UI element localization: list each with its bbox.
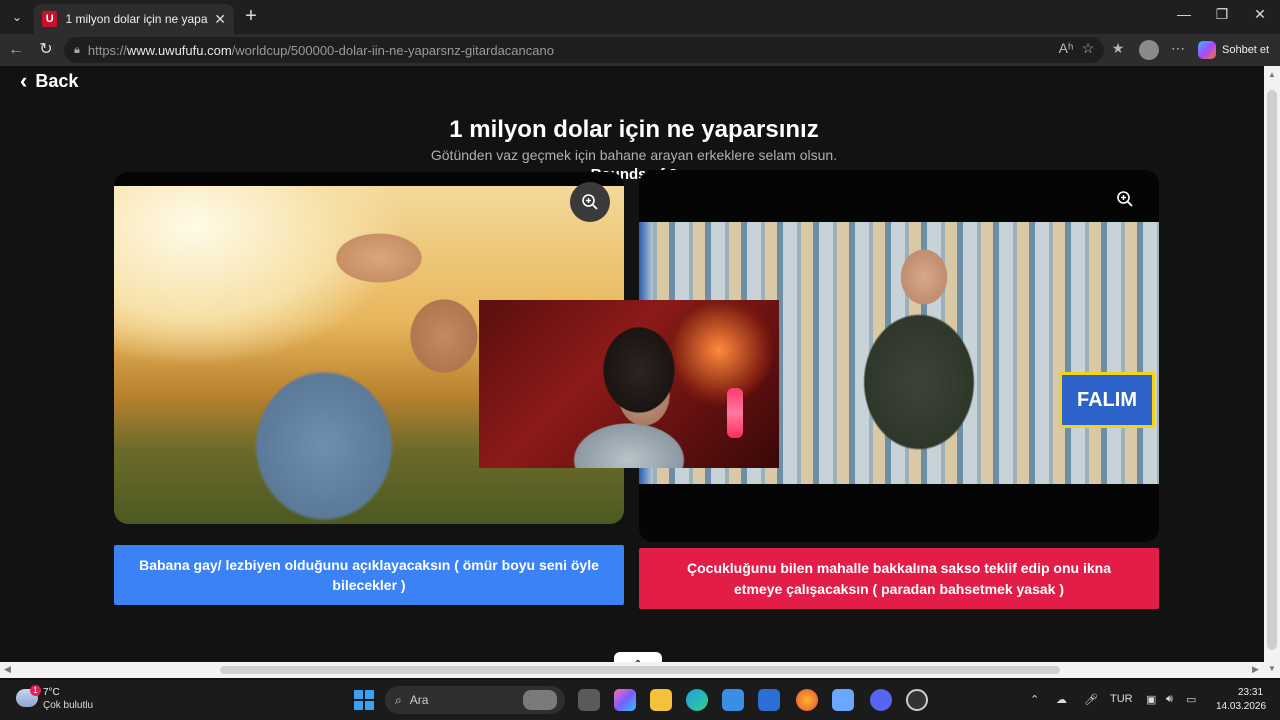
address-bar[interactable]: 🔒︎ https://www.uwufufu.com/worldcup/5000… bbox=[64, 37, 1104, 63]
onedrive-icon[interactable]: ☁ bbox=[1056, 693, 1067, 706]
choice-button-right[interactable]: Çocukluğunu bilen mahalle bakkalına saks… bbox=[639, 548, 1159, 609]
mail-icon[interactable] bbox=[758, 689, 780, 711]
store-sign: FALIM bbox=[1059, 372, 1155, 428]
back-arrow-icon[interactable]: ← bbox=[6, 40, 26, 60]
search-icon: ⌕ bbox=[395, 692, 402, 707]
copilot-button[interactable]: Sohbet et bbox=[1198, 37, 1269, 63]
taskbar-search[interactable]: ⌕ Ara bbox=[385, 686, 565, 714]
horizontal-scrollbar[interactable]: ◀ ▶ bbox=[0, 662, 1264, 678]
tab-title: 1 milyon dolar için ne yaparsınız | U bbox=[65, 12, 208, 26]
url-text: https://www.uwufufu.com/worldcup/500000-… bbox=[88, 43, 554, 58]
battery-icon[interactable]: ▭ bbox=[1186, 693, 1196, 706]
read-aloud-icon[interactable]: Aʰ bbox=[1056, 40, 1076, 56]
webcam-overlay bbox=[479, 300, 779, 468]
tab-close-icon[interactable]: ✕ bbox=[214, 11, 226, 28]
zoom-in-icon[interactable] bbox=[1112, 186, 1138, 212]
url-path: /worldcup/500000-dolar-iin-ne-yaparsnz-g… bbox=[231, 42, 554, 58]
page-subtitle: Götünden vaz geçmek için bahane arayan e… bbox=[430, 147, 838, 163]
page-title: 1 milyon dolar için ne yaparsınız bbox=[449, 116, 819, 143]
file-explorer-icon[interactable] bbox=[650, 689, 672, 711]
site-info-icon[interactable]: 🔒︎ bbox=[74, 44, 80, 57]
scroll-right-icon[interactable]: ▶ bbox=[1252, 664, 1259, 675]
navigation-bar: ← ↻ 🔒︎ https://www.uwufufu.com/worldcup/… bbox=[0, 34, 1280, 66]
copilot-app-icon[interactable] bbox=[614, 689, 636, 711]
copilot-icon bbox=[1198, 41, 1216, 59]
weather-badge: 1 bbox=[30, 685, 41, 696]
site-favicon: U bbox=[42, 11, 58, 27]
horizontal-scroll-thumb[interactable] bbox=[220, 666, 1060, 674]
discord-icon[interactable] bbox=[870, 689, 892, 711]
tray-overflow-icon[interactable]: ⌃ bbox=[1030, 693, 1039, 706]
minimize-icon[interactable]: — bbox=[1174, 6, 1194, 22]
search-placeholder: Ara bbox=[409, 693, 429, 707]
clock-date[interactable]: 14.03.2026 bbox=[1216, 701, 1266, 712]
microphone-icon[interactable]: 🎤︎ bbox=[1084, 693, 1098, 706]
app-icon[interactable] bbox=[832, 689, 854, 711]
steam-icon[interactable] bbox=[906, 689, 928, 711]
vertical-scroll-thumb[interactable] bbox=[1267, 90, 1277, 650]
favorites-icon[interactable]: ★ bbox=[1108, 40, 1128, 57]
weather-temperature[interactable]: 7°C bbox=[43, 687, 60, 698]
microsoft-store-icon[interactable] bbox=[722, 689, 744, 711]
more-menu-icon[interactable]: ⋯ bbox=[1168, 40, 1188, 57]
zoom-in-icon[interactable] bbox=[570, 182, 610, 222]
browser-tab-active[interactable]: U 1 milyon dolar için ne yaparsınız | U … bbox=[34, 4, 234, 34]
language-indicator[interactable]: TUR bbox=[1110, 693, 1133, 705]
favorite-star-icon[interactable]: ☆ bbox=[1078, 40, 1098, 57]
choice-button-left[interactable]: Babana gay/ lezbiyen olduğunu açıklayaca… bbox=[114, 545, 624, 605]
url-host: www.uwufufu.com bbox=[126, 42, 232, 58]
profile-avatar[interactable] bbox=[1139, 40, 1159, 60]
volume-icon[interactable]: 🔊︎ bbox=[1166, 693, 1173, 706]
tab-bar: ⌄ U 1 milyon dolar için ne yaparsınız | … bbox=[0, 0, 1280, 34]
microphone-image bbox=[727, 388, 743, 438]
scroll-up-icon[interactable]: ▲ bbox=[1268, 70, 1276, 79]
clock-time[interactable]: 23:31 bbox=[1238, 687, 1263, 698]
refresh-icon[interactable]: ↻ bbox=[36, 40, 56, 60]
back-link[interactable]: ‹ Back bbox=[20, 70, 78, 92]
edge-browser-icon[interactable] bbox=[686, 689, 708, 711]
task-view-icon[interactable] bbox=[578, 689, 600, 711]
url-prefix: https:// bbox=[87, 42, 127, 58]
taskbar: 1 7°C Çok bulutlu ⌕ Ara ⌃ ☁ 🎤︎ TUR ▣ 🔊︎ … bbox=[0, 680, 1280, 720]
copilot-label: Sohbet et bbox=[1222, 44, 1270, 56]
scroll-left-icon[interactable]: ◀ bbox=[4, 664, 11, 675]
back-label: Back bbox=[35, 70, 79, 91]
weather-description[interactable]: Çok bulutlu bbox=[43, 700, 93, 711]
close-window-icon[interactable]: ✕ bbox=[1250, 6, 1270, 23]
firefox-icon[interactable] bbox=[796, 689, 818, 711]
page-viewport: ‹ Back 1 milyon dolar için ne yaparsınız… bbox=[4, 66, 1264, 678]
search-highlight-icon bbox=[523, 690, 557, 710]
restore-icon[interactable]: ❐ bbox=[1212, 6, 1232, 23]
vertical-scrollbar[interactable]: ▲ ▼ bbox=[1264, 66, 1280, 678]
scroll-down-icon[interactable]: ▼ bbox=[1268, 664, 1276, 673]
windows-start-icon[interactable] bbox=[354, 690, 374, 710]
tab-actions-menu-icon[interactable]: ⌄ bbox=[6, 6, 28, 28]
chevron-left-icon: ‹ bbox=[20, 68, 28, 93]
new-tab-icon[interactable]: + bbox=[240, 6, 262, 28]
network-icon[interactable]: ▣ bbox=[1146, 693, 1156, 706]
